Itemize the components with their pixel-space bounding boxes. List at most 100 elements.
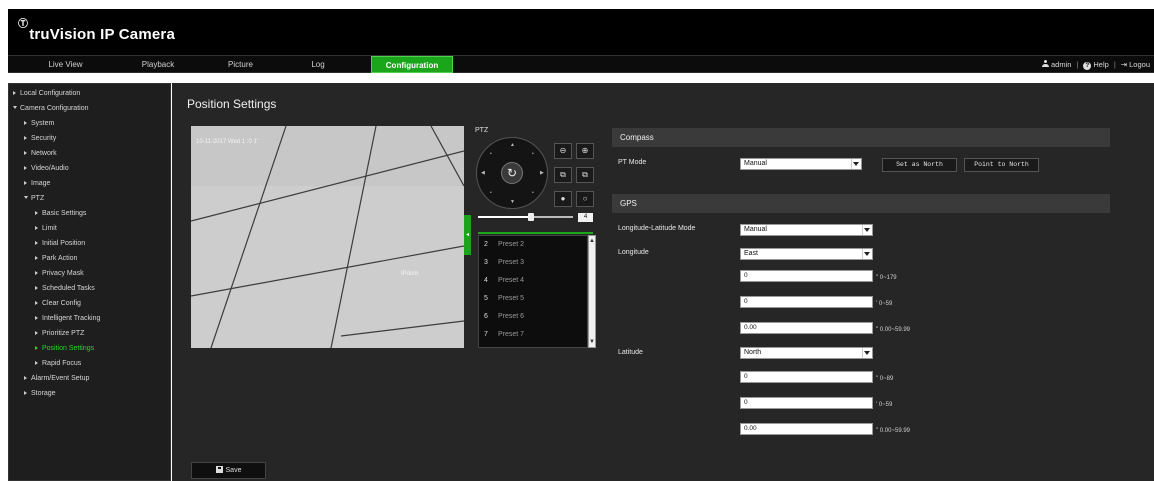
sidebar-item-scheduled-tasks[interactable]: Scheduled Tasks <box>35 285 95 292</box>
expand-icon <box>35 301 38 305</box>
expand-icon <box>24 121 27 125</box>
zoom-out-icon[interactable]: ⊖ <box>554 143 572 159</box>
speed-slider-handle[interactable] <box>528 213 534 221</box>
sidebar-item-camera-configuration[interactable]: Camera Configuration <box>13 105 88 112</box>
preset-scrollbar[interactable]: ▲ ▼ <box>588 235 596 348</box>
set-as-north-button[interactable]: Set as North <box>882 158 957 172</box>
longitude-direction-select[interactable]: East <box>740 248 873 260</box>
save-button[interactable]: Save <box>191 462 266 479</box>
preset-row[interactable]: 4 Preset 4 <box>479 272 587 290</box>
compass-section-header: Compass <box>612 128 1110 147</box>
top-navbar: Live View Playback Picture Log Configura… <box>8 55 1154 73</box>
app-logo: ⓉtruVision IP Camera <box>18 19 175 43</box>
expand-icon <box>35 271 38 275</box>
longitude-second-input[interactable]: 0.00 <box>740 322 873 334</box>
pan-down-right-dot-icon[interactable]: • <box>532 190 534 196</box>
tab-picture[interactable]: Picture <box>218 56 263 73</box>
collapse-icon <box>24 196 28 199</box>
mode-value: Manual <box>744 226 767 233</box>
sidebar-item-prioritize-ptz[interactable]: Prioritize PTZ <box>35 330 84 337</box>
latitude-minute-input[interactable]: 0 <box>740 397 873 409</box>
zoom-in-icon[interactable]: ⊕ <box>576 143 594 159</box>
expand-icon <box>35 346 38 350</box>
sidebar-item-local-configuration[interactable]: Local Configuration <box>13 90 80 97</box>
collapse-panel-icon[interactable]: ◂ <box>464 215 471 255</box>
sidebar-item-rapid-focus[interactable]: Rapid Focus <box>35 360 81 367</box>
sidebar-item-label: Security <box>31 135 57 142</box>
preset-row[interactable]: 2 Preset 2 <box>479 236 587 254</box>
ptz-speed-slider[interactable] <box>478 213 573 221</box>
collapse-icon <box>13 106 17 109</box>
chevron-down-icon <box>862 348 871 358</box>
save-label: Save <box>225 467 242 474</box>
sidebar-item-clear-config[interactable]: Clear Config <box>35 300 81 307</box>
focus-near-icon[interactable]: ⧉ <box>554 167 572 183</box>
tab-live-view[interactable]: Live View <box>38 56 93 73</box>
help-link[interactable]: ? Help <box>1083 56 1109 73</box>
latitude-second-input[interactable]: 0.00 <box>740 423 873 435</box>
longitude-minute-input[interactable]: 0 <box>740 296 873 308</box>
sidebar-item-security[interactable]: Security <box>24 135 56 142</box>
preset-number: 3 <box>484 259 488 266</box>
iris-close-icon[interactable]: ● <box>554 191 572 207</box>
point-to-north-button[interactable]: Point to North <box>964 158 1039 172</box>
pan-up-left-dot-icon[interactable]: • <box>490 151 492 157</box>
tab-playback[interactable]: Playback <box>133 56 183 73</box>
pt-mode-select[interactable]: Manual <box>740 158 862 170</box>
ceiling-grid-image <box>191 126 464 348</box>
sidebar-item-intelligent-tracking[interactable]: Intelligent Tracking <box>35 315 100 322</box>
focus-far-icon[interactable]: ⧉ <box>576 167 594 183</box>
sidebar-item-privacy-mask[interactable]: Privacy Mask <box>35 270 84 277</box>
scroll-up-icon[interactable]: ▲ <box>589 238 595 244</box>
pan-up-right-dot-icon[interactable]: • <box>532 151 534 157</box>
preset-row[interactable]: 5 Preset 5 <box>479 290 587 308</box>
preset-name: Preset 3 <box>497 259 525 266</box>
expand-icon <box>35 286 38 290</box>
latitude-degree-input[interactable]: 0 <box>740 371 873 383</box>
live-video-preview[interactable]: 10-11-2017 Wed 1 :0 1' IPdom <box>191 126 464 348</box>
sidebar-item-video-audio[interactable]: Video/Audio <box>24 165 69 172</box>
user-name: admin <box>1050 60 1072 69</box>
auto-scan-icon[interactable]: ↻ <box>501 162 523 184</box>
expand-icon <box>35 226 38 230</box>
app-header: ⓉtruVision IP Camera <box>8 9 1154 55</box>
preset-row[interactable]: 6 Preset 6 <box>479 308 587 326</box>
pan-left-arrow-icon[interactable]: ◀ <box>481 170 485 176</box>
sidebar-item-system[interactable]: System <box>24 120 54 127</box>
longitude-minute-range: ' 0~59 <box>876 301 893 307</box>
sidebar-item-ptz[interactable]: PTZ <box>24 195 44 202</box>
sidebar-item-basic-settings[interactable]: Basic Settings <box>35 210 86 217</box>
sidebar-item-park-action[interactable]: Park Action <box>35 255 77 262</box>
pan-down-arrow-icon[interactable]: ▼ <box>510 199 515 205</box>
sidebar-item-initial-position[interactable]: Initial Position <box>35 240 85 247</box>
user-icon <box>1041 60 1049 67</box>
sidebar-item-limit[interactable]: Limit <box>35 225 57 232</box>
pan-right-arrow-icon[interactable]: ▶ <box>540 170 544 176</box>
main-panel: Position Settings 10-11-2017 Wed 1 :0 1'… <box>172 83 1154 481</box>
logout-link[interactable]: ⇥ Logou <box>1121 56 1150 73</box>
sidebar-item-image[interactable]: Image <box>24 180 50 187</box>
preset-number: 7 <box>484 331 488 338</box>
scroll-down-icon[interactable]: ▼ <box>589 339 595 345</box>
sidebar-item-network[interactable]: Network <box>24 150 57 157</box>
sidebar-item-storage[interactable]: Storage <box>24 390 56 397</box>
preset-row[interactable]: 3 Preset 3 <box>479 254 587 272</box>
user-link[interactable]: admin <box>1041 56 1072 73</box>
tab-log[interactable]: Log <box>303 56 333 73</box>
expand-icon <box>24 391 27 395</box>
pan-up-arrow-icon[interactable]: ▲ <box>510 142 515 148</box>
longitude-degree-input[interactable]: 0 <box>740 270 873 282</box>
preset-list[interactable]: 2 Preset 2 3 Preset 3 4 Preset 4 5 Prese… <box>478 235 588 348</box>
iris-open-icon[interactable]: ○ <box>576 191 594 207</box>
sidebar-item-alarm-event-setup[interactable]: Alarm/Event Setup <box>24 375 89 382</box>
pan-down-left-dot-icon[interactable]: • <box>490 190 492 196</box>
latitude-label: Latitude <box>618 349 643 356</box>
logout-label: Logou <box>1129 60 1150 69</box>
latitude-direction-select[interactable]: North <box>740 347 873 359</box>
ptz-direction-pad[interactable]: ▲ ▼ ◀ ▶ • • • • ↻ <box>476 137 548 209</box>
video-osd-date: 10-11-2017 Wed 1 :0 1' <box>196 139 258 145</box>
longitude-latitude-mode-select[interactable]: Manual <box>740 224 873 236</box>
sidebar-item-position-settings[interactable]: Position Settings <box>35 345 94 352</box>
tab-configuration[interactable]: Configuration <box>371 56 453 73</box>
preset-row[interactable]: 7 Preset 7 <box>479 326 587 344</box>
